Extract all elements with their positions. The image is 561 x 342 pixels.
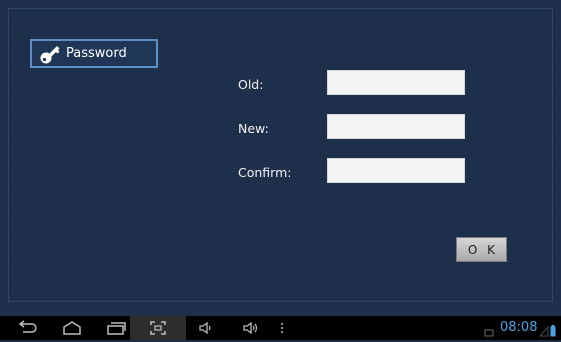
new-password-field[interactable] (327, 114, 465, 139)
volume-down-icon[interactable] (192, 319, 220, 337)
key-icon (38, 43, 62, 65)
clock: 08:08 (500, 320, 538, 335)
battery-icon (550, 322, 556, 341)
new-password-label: New: (238, 121, 269, 136)
confirm-password-label: Confirm: (238, 165, 292, 180)
password-tab-label: Password (66, 46, 127, 61)
notification-icon[interactable] (484, 323, 494, 342)
confirm-password-field[interactable] (327, 158, 465, 183)
menu-icon[interactable] (268, 319, 296, 337)
password-screen: Password Old: New: Confirm: O K (0, 0, 561, 316)
password-tab[interactable]: Password (30, 39, 158, 68)
old-password-label: Old: (238, 77, 264, 92)
back-icon[interactable] (14, 319, 42, 337)
ok-button[interactable]: O K (456, 237, 507, 262)
recent-apps-icon[interactable] (102, 319, 130, 337)
volume-up-icon[interactable] (236, 319, 264, 337)
signal-icon (538, 322, 549, 341)
home-icon[interactable] (58, 319, 86, 337)
old-password-field[interactable] (327, 70, 465, 95)
screenshot-icon[interactable] (144, 319, 172, 337)
